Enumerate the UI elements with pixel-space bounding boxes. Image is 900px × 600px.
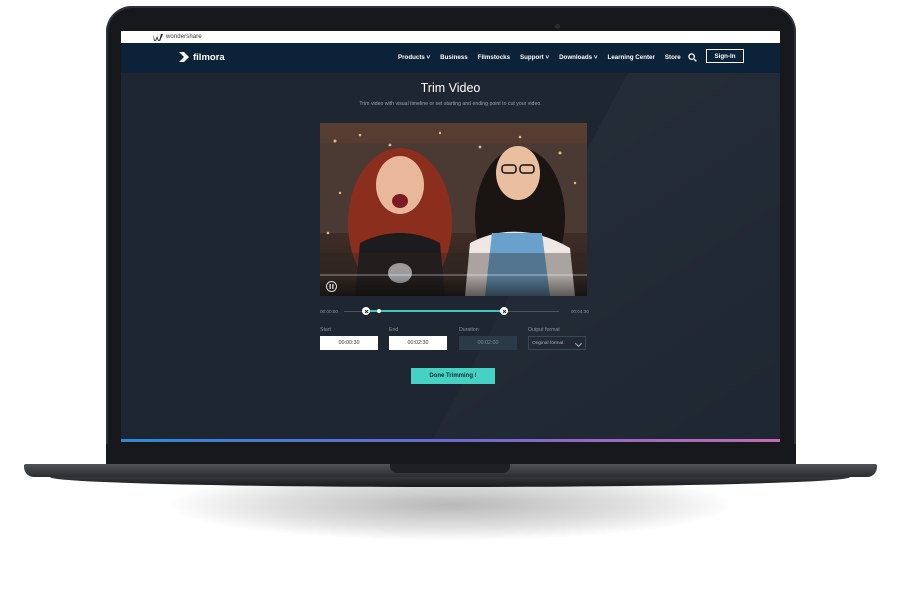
chevron-down-icon xyxy=(574,339,583,348)
nav-item-downloads[interactable]: Downloads ˅ xyxy=(559,54,597,61)
nav-item-learning-center[interactable]: Learning Center xyxy=(607,54,654,61)
wondershare-text: wondershare xyxy=(166,34,202,40)
nav-item-filmstocks[interactable]: Filmstocks xyxy=(478,54,510,61)
handle-grip-icon xyxy=(364,309,368,313)
trim-end-handle[interactable] xyxy=(500,307,508,315)
pause-icon xyxy=(329,284,334,289)
output-format-select[interactable]: Original format xyxy=(528,336,586,350)
video-frame-illustration xyxy=(320,123,587,296)
wondershare-bar: wondershare xyxy=(121,31,780,43)
laptop-base-underside xyxy=(50,477,850,487)
timeline-start-time: 00:00:00 xyxy=(320,309,338,314)
output-format-label: Output format xyxy=(528,327,560,333)
laptop-bottom-bezel xyxy=(106,444,796,464)
wondershare-logo[interactable]: wondershare xyxy=(153,33,202,41)
nav-item-support[interactable]: Support ˅ xyxy=(520,54,549,61)
done-trimming-button[interactable]: Done Trimming ! xyxy=(411,368,495,384)
start-time-input[interactable]: 00:00:30 xyxy=(320,336,378,350)
chevron-down-icon: ˅ xyxy=(592,54,598,61)
nav-item-label: Products xyxy=(398,54,425,61)
chevron-down-icon: ˅ xyxy=(424,54,431,61)
end-label: End xyxy=(389,327,399,333)
laptop-hinge-notch xyxy=(390,464,510,473)
filmora-wordmark: filmora xyxy=(193,51,225,63)
nav-item-store[interactable]: Store xyxy=(665,54,681,61)
handle-grip-icon xyxy=(502,309,506,313)
nav-links: Products ˅ Business Filmstocks Support ˅… xyxy=(398,54,691,61)
sign-in-button[interactable]: Sign-In xyxy=(706,49,744,63)
search-icon[interactable] xyxy=(688,53,697,62)
duration-field: 00:02:00 xyxy=(459,336,517,350)
filmora-logo[interactable]: filmora xyxy=(178,51,225,63)
top-nav: filmora Products ˅ Business Filmstocks S… xyxy=(121,43,780,73)
duration-label: Duration xyxy=(459,327,479,333)
nav-item-business[interactable]: Business xyxy=(440,54,468,61)
trim-start-handle[interactable] xyxy=(362,307,370,315)
playhead-marker[interactable] xyxy=(377,309,381,313)
nav-item-label: Downloads xyxy=(559,54,593,61)
laptop-screen: wondershare filmora Products ˅ Business … xyxy=(121,31,780,442)
wondershare-icon xyxy=(153,33,163,41)
accent-gradient-line xyxy=(121,439,780,442)
timeline-end-time: 00:04:30 xyxy=(571,309,589,314)
video-controls xyxy=(320,276,587,296)
nav-item-products[interactable]: Products ˅ xyxy=(398,54,430,61)
page-subtitle: Trim video with visual timeline or set s… xyxy=(359,101,542,107)
nav-item-label: Support xyxy=(520,54,544,61)
filmora-icon xyxy=(179,52,189,62)
start-label: Start xyxy=(320,327,331,333)
camera-dot xyxy=(555,24,560,29)
video-player[interactable] xyxy=(320,123,587,296)
chevron-down-icon: ˅ xyxy=(543,54,550,61)
pause-button[interactable] xyxy=(326,281,337,292)
end-time-input[interactable]: 00:02:30 xyxy=(389,336,447,350)
output-format-value: Original format xyxy=(532,340,564,346)
page-title: Trim Video xyxy=(420,81,481,95)
trim-selected-range xyxy=(366,310,504,312)
